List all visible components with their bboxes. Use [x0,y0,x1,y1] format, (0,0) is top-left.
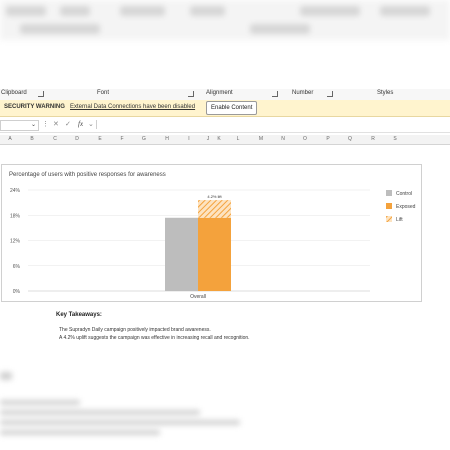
data-label: 4.2% lift [207,194,222,199]
chevron-down-icon[interactable]: ⌄ [31,121,36,128]
column-header[interactable]: F [110,136,134,142]
x-category-label: Overall [190,294,206,300]
bar-control[interactable] [165,217,198,291]
blurred-content [0,370,300,440]
column-header[interactable]: S [383,136,407,142]
legend-swatch [386,203,392,209]
legend-entry: Lift [396,217,403,223]
name-box[interactable]: ⌄ [0,120,39,131]
security-warning-title: SECURITY WARNING [4,104,65,110]
y-tick-label: 12% [10,239,21,245]
group-alignment-label: Alignment [206,90,233,96]
legend-swatch [386,190,392,196]
check-icon[interactable]: ✓ [65,120,71,128]
chart-object[interactable]: Percentage of users with positive respon… [1,164,422,302]
close-icon[interactable]: ✕ [53,120,59,128]
y-tick-label: 0% [13,289,21,295]
dialog-launcher-icon[interactable] [38,91,44,97]
bar-exposed[interactable] [198,217,231,291]
enable-content-button[interactable]: Enable Content [206,101,258,115]
column-header[interactable]: C [43,136,67,142]
chevron-down-icon[interactable]: ⌄ [88,120,94,128]
column-header[interactable]: O [293,136,317,142]
column-header[interactable]: D [65,136,89,142]
formula-bar: ⌄ ⋮ ✕ ✓ fx ⌄ [0,118,450,133]
group-clipboard-label: Clipboard [1,90,27,96]
more-options-icon[interactable]: ⋮ [42,120,49,128]
column-headers: A B C D E F G H I J K L M N O P Q R S [0,135,450,145]
chart-svg: 24% 18% 12% 6% 0% 4.2% lift Overall Control E… [10,188,416,300]
dialog-launcher-icon[interactable] [272,91,278,97]
y-tick-label: 6% [13,264,21,270]
column-header[interactable]: B [20,136,44,142]
column-header[interactable]: M [249,136,273,142]
group-font-label: Font [97,90,110,96]
legend-entry: Exposed [396,204,416,210]
column-header[interactable]: L [226,136,250,142]
takeaway-line: The Supradyn Daily campaign positively i… [59,327,211,333]
column-header[interactable]: G [132,136,156,142]
column-header[interactable]: H [155,136,179,142]
bar-lift[interactable] [198,200,231,218]
dialog-launcher-icon[interactable] [327,91,333,97]
fx-icon[interactable]: fx [78,120,83,128]
column-header[interactable]: P [316,136,340,142]
security-warning-message[interactable]: External Data Connections have been disa… [70,104,195,110]
y-tick-label: 24% [10,188,21,194]
legend-swatch [386,216,392,222]
takeaway-line: A 4.2% uplift suggests the campaign was … [59,335,250,341]
legend-entry: Control [396,191,412,197]
ribbon-tabs-blurred [0,0,450,40]
group-number-label: Number [292,90,314,96]
column-header[interactable]: A [0,136,22,142]
column-header[interactable]: E [88,136,112,142]
group-styles-label: Styles [377,90,394,96]
column-header[interactable]: Q [338,136,362,142]
y-tick-label: 18% [10,213,21,219]
formula-input[interactable] [96,120,450,129]
column-header[interactable]: N [271,136,295,142]
key-takeaways-title: Key Takeaways: [56,312,102,318]
security-warning-bar: SECURITY WARNING External Data Connectio… [0,100,450,117]
column-header[interactable]: R [361,136,385,142]
dialog-launcher-icon[interactable] [188,91,194,97]
